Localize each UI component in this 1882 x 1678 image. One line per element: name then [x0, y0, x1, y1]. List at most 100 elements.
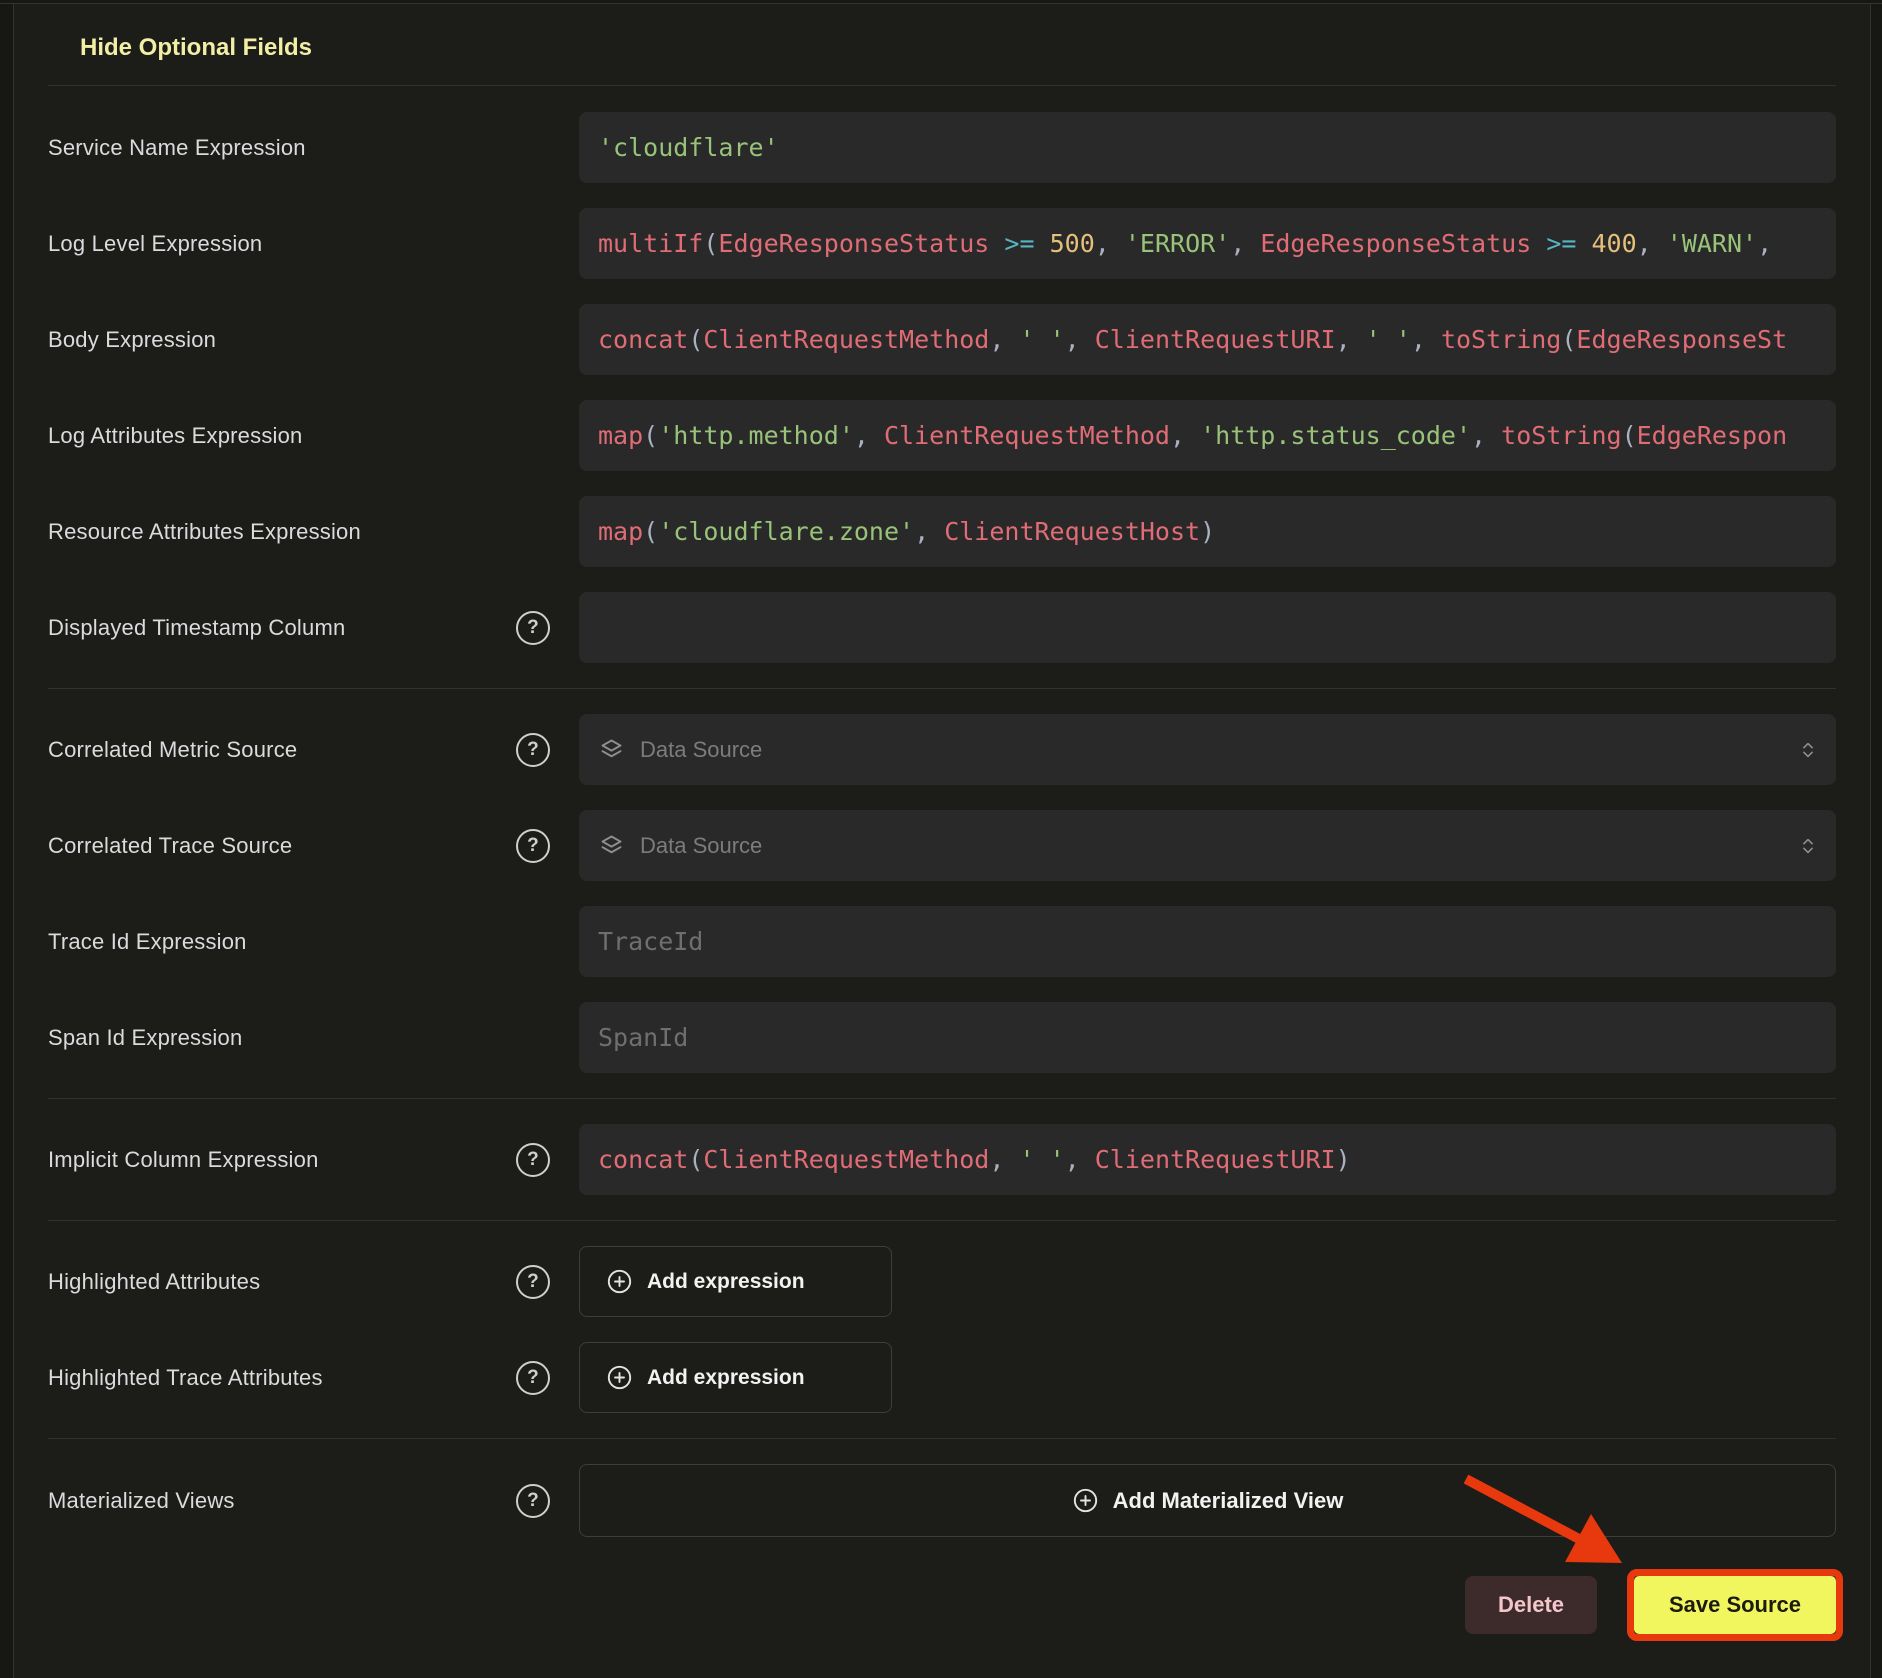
- label-text-displayed-timestamp-column: Displayed Timestamp Column: [48, 615, 345, 641]
- label-text-log-level-expression: Log Level Expression: [48, 231, 262, 257]
- input-resource-attributes-expression[interactable]: map('cloudflare.zone', ClientRequestHost…: [579, 496, 1836, 567]
- chevron-up-down-icon: [1797, 835, 1819, 857]
- help-icon-correlated-trace-source[interactable]: ?: [516, 829, 550, 863]
- help-icon-highlighted-attributes[interactable]: ?: [516, 1265, 550, 1299]
- select-placeholder-correlated-metric-source: Data Source: [640, 737, 762, 763]
- label-service-name-expression: Service Name Expression: [48, 135, 579, 161]
- form-actions: Delete Save Source: [48, 1569, 1836, 1641]
- label-text-highlighted-attributes: Highlighted Attributes: [48, 1269, 260, 1295]
- add-materialized-view-button[interactable]: Add Materialized View: [579, 1464, 1836, 1537]
- plus-circle-icon: [606, 1268, 633, 1295]
- label-span-id-expression: Span Id Expression: [48, 1025, 579, 1051]
- field-cell-service-name-expression: 'cloudflare': [579, 112, 1836, 183]
- delete-button[interactable]: Delete: [1465, 1576, 1597, 1634]
- form-row-displayed-timestamp-column: Displayed Timestamp Column?: [48, 592, 1836, 663]
- input-trace-id-expression[interactable]: TraceId: [579, 906, 1836, 977]
- form-row-span-id-expression: Span Id Expression SpanId: [48, 1002, 1836, 1073]
- plus-circle-icon: [606, 1364, 633, 1391]
- section-divider: [48, 85, 1836, 86]
- section-divider: [48, 1220, 1836, 1221]
- placeholder-span-id-expression: SpanId: [598, 1023, 688, 1052]
- section-divider: [48, 688, 1836, 689]
- label-text-correlated-metric-source: Correlated Metric Source: [48, 737, 297, 763]
- label-text-correlated-trace-source: Correlated Trace Source: [48, 833, 292, 859]
- input-displayed-timestamp-column[interactable]: [579, 592, 1836, 663]
- form-row-body-expression: Body Expression concat(ClientRequestMetho…: [48, 304, 1836, 375]
- field-cell-body-expression: concat(ClientRequestMethod, ' ', ClientR…: [579, 304, 1836, 375]
- input-log-attributes-expression[interactable]: map('http.method', ClientRequestMethod, …: [579, 400, 1836, 471]
- help-icon-implicit-column-expression[interactable]: ?: [516, 1143, 550, 1177]
- label-text-log-attributes-expression: Log Attributes Expression: [48, 423, 302, 449]
- add-expression-button-highlighted-trace-attributes[interactable]: Add expression: [579, 1342, 892, 1413]
- field-cell-log-level-expression: multiIf(EdgeResponseStatus >= 500, 'ERRO…: [579, 208, 1836, 279]
- label-text-service-name-expression: Service Name Expression: [48, 135, 306, 161]
- field-cell-highlighted-trace-attributes: Add expression: [579, 1342, 1836, 1413]
- form-row-implicit-column-expression: Implicit Column Expression? concat(Client…: [48, 1124, 1836, 1195]
- form-row-service-name-expression: Service Name Expression 'cloudflare': [48, 112, 1836, 183]
- field-cell-trace-id-expression: TraceId: [579, 906, 1836, 977]
- label-correlated-metric-source: Correlated Metric Source?: [48, 737, 579, 763]
- section-divider: [48, 1438, 1836, 1439]
- expression-value-service-name-expression: 'cloudflare': [598, 133, 779, 162]
- form-row-log-attributes-expression: Log Attributes Expression map('http.metho…: [48, 400, 1836, 471]
- chevron-up-down-icon: [1797, 739, 1819, 761]
- section-divider: [48, 1098, 1836, 1099]
- field-cell-correlated-metric-source: Data Source: [579, 714, 1836, 785]
- field-cell-resource-attributes-expression: map('cloudflare.zone', ClientRequestHost…: [579, 496, 1836, 567]
- expression-value-implicit-column-expression: concat(ClientRequestMethod, ' ', ClientR…: [598, 1145, 1351, 1174]
- form-row-resource-attributes-expression: Resource Attributes Expression map('cloud…: [48, 496, 1836, 567]
- form-row-trace-id-expression: Trace Id Expression TraceId: [48, 906, 1836, 977]
- form-row-highlighted-trace-attributes: Highlighted Trace Attributes? Add express…: [48, 1342, 1836, 1413]
- expression-value-body-expression: concat(ClientRequestMethod, ' ', ClientR…: [598, 325, 1787, 354]
- hide-optional-fields-toggle[interactable]: Hide Optional Fields: [80, 34, 312, 62]
- select-correlated-trace-source[interactable]: Data Source: [579, 810, 1836, 881]
- label-log-attributes-expression: Log Attributes Expression: [48, 423, 579, 449]
- field-cell-highlighted-attributes: Add expression: [579, 1246, 1836, 1317]
- field-cell-implicit-column-expression: concat(ClientRequestMethod, ' ', ClientR…: [579, 1124, 1836, 1195]
- label-text-span-id-expression: Span Id Expression: [48, 1025, 242, 1051]
- form-row-correlated-trace-source: Correlated Trace Source? Data Source: [48, 810, 1836, 881]
- field-cell-correlated-trace-source: Data Source: [579, 810, 1836, 881]
- help-icon-displayed-timestamp-column[interactable]: ?: [516, 611, 550, 645]
- input-log-level-expression[interactable]: multiIf(EdgeResponseStatus >= 500, 'ERRO…: [579, 208, 1836, 279]
- plus-circle-icon: [1072, 1487, 1099, 1514]
- label-resource-attributes-expression: Resource Attributes Expression: [48, 519, 579, 545]
- select-placeholder-correlated-trace-source: Data Source: [640, 833, 762, 859]
- placeholder-trace-id-expression: TraceId: [598, 927, 703, 956]
- label-text-highlighted-trace-attributes: Highlighted Trace Attributes: [48, 1365, 323, 1391]
- input-implicit-column-expression[interactable]: concat(ClientRequestMethod, ' ', ClientR…: [579, 1124, 1836, 1195]
- add-expression-button-highlighted-attributes[interactable]: Add expression: [579, 1246, 892, 1317]
- form-row-materialized-views: Materialized Views? Add Materialized View: [48, 1464, 1836, 1537]
- label-body-expression: Body Expression: [48, 327, 579, 353]
- add-button-label-materialized-views: Add Materialized View: [1113, 1488, 1344, 1514]
- label-materialized-views: Materialized Views?: [48, 1488, 579, 1514]
- label-text-implicit-column-expression: Implicit Column Expression: [48, 1147, 319, 1173]
- label-implicit-column-expression: Implicit Column Expression?: [48, 1147, 579, 1173]
- help-icon-materialized-views[interactable]: ?: [516, 1484, 550, 1518]
- form-row-log-level-expression: Log Level Expression multiIf(EdgeResponse…: [48, 208, 1836, 279]
- annotation-highlight-box: Save Source: [1627, 1569, 1843, 1641]
- expression-value-resource-attributes-expression: map('cloudflare.zone', ClientRequestHost…: [598, 517, 1215, 546]
- add-button-label-highlighted-attributes: Add expression: [647, 1270, 805, 1294]
- expression-value-log-level-expression: multiIf(EdgeResponseStatus >= 500, 'ERRO…: [598, 229, 1772, 258]
- expression-value-log-attributes-expression: map('http.method', ClientRequestMethod, …: [598, 421, 1787, 450]
- input-span-id-expression[interactable]: SpanId: [579, 1002, 1836, 1073]
- field-cell-span-id-expression: SpanId: [579, 1002, 1836, 1073]
- field-cell-materialized-views: Add Materialized View: [579, 1464, 1836, 1537]
- help-icon-highlighted-trace-attributes[interactable]: ?: [516, 1361, 550, 1395]
- layers-icon: [598, 736, 625, 763]
- label-text-materialized-views: Materialized Views: [48, 1488, 235, 1514]
- label-text-trace-id-expression: Trace Id Expression: [48, 929, 247, 955]
- add-button-label-highlighted-trace-attributes: Add expression: [647, 1366, 805, 1390]
- label-log-level-expression: Log Level Expression: [48, 231, 579, 257]
- optional-fields-form: Service Name Expression 'cloudflare' Log L…: [48, 112, 1836, 1537]
- label-highlighted-attributes: Highlighted Attributes?: [48, 1269, 579, 1295]
- input-service-name-expression[interactable]: 'cloudflare': [579, 112, 1836, 183]
- help-icon-correlated-metric-source[interactable]: ?: [516, 733, 550, 767]
- select-correlated-metric-source[interactable]: Data Source: [579, 714, 1836, 785]
- save-source-button[interactable]: Save Source: [1634, 1576, 1836, 1634]
- form-row-highlighted-attributes: Highlighted Attributes? Add expression: [48, 1246, 1836, 1317]
- input-body-expression[interactable]: concat(ClientRequestMethod, ' ', ClientR…: [579, 304, 1836, 375]
- form-row-correlated-metric-source: Correlated Metric Source? Data Source: [48, 714, 1836, 785]
- label-correlated-trace-source: Correlated Trace Source?: [48, 833, 579, 859]
